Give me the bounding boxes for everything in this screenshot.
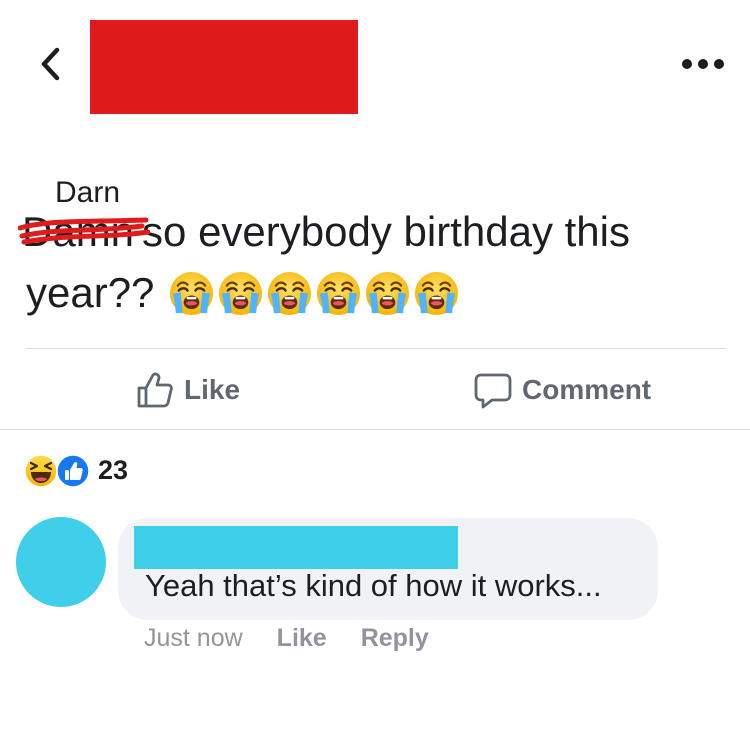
emoji-row [168,270,460,317]
correction-word: Darn [55,176,121,209]
post-text-line-2: year?? [26,268,460,318]
loudly-crying-face-icon [317,271,361,315]
commenter-avatar[interactable] [16,517,106,607]
loudly-crying-face-icon [366,271,410,315]
thumbs-up-icon [56,454,90,488]
loudly-crying-face-icon [219,271,263,315]
loudly-crying-face-icon [268,271,312,315]
post-text-line1: so everybody birthday this [142,208,630,255]
comment-like-button[interactable]: Like [277,624,327,653]
comment-label: Comment [522,374,652,405]
comment-text: Yeah that’s kind of how it works... [145,568,602,603]
like-label: Like [184,374,241,405]
comment-meta: Just now Like Reply [144,624,429,653]
chevron-left-icon [41,47,60,81]
ellipsis-icon [682,59,724,69]
scribble-strike [18,217,150,245]
more-options-button[interactable] [676,52,730,76]
commenter-name-redaction[interactable] [134,526,458,569]
laughing-face-icon [24,454,58,488]
author-name-redaction [90,20,358,114]
comment-timestamp: Just now [144,624,243,652]
loudly-crying-face-icon [415,271,459,315]
comment-button[interactable]: Comment [474,360,651,420]
like-button[interactable]: Like [136,360,240,420]
thumbs-up-icon [137,372,173,408]
post-text-line2: year?? [26,269,155,316]
loudly-crying-face-icon [170,271,214,315]
comment-reply-button[interactable]: Reply [361,624,429,653]
speech-bubble-icon [474,373,512,409]
reactions-summary[interactable]: 23 [24,452,128,488]
post-text-line-1: Damn so everybody birthday this [18,207,630,257]
back-button[interactable] [30,42,70,86]
divider [0,429,750,430]
struck-word: Damn [18,208,150,256]
divider [26,348,726,349]
reaction-count: 23 [98,454,129,485]
post-actions: Like Comment [0,360,750,420]
